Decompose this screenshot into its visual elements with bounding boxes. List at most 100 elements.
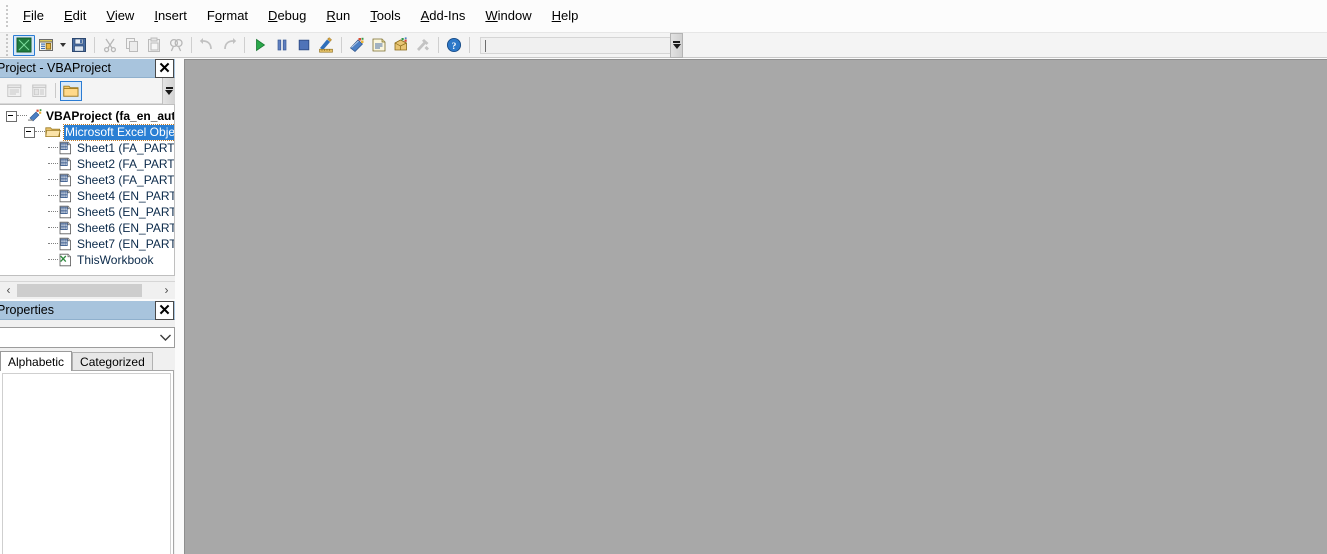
tree-node-sheet[interactable]: Sheet6 (EN_PART3): [0, 220, 174, 236]
insert-userform-icon[interactable]: [35, 35, 57, 56]
tree-node-sheet[interactable]: Sheet3 (FA_PART3): [0, 172, 174, 188]
insert-dropdown-chevron-down-icon[interactable]: [57, 35, 68, 56]
properties-title: Properties: [0, 303, 54, 317]
find-icon[interactable]: [165, 35, 187, 56]
cut-icon[interactable]: [99, 35, 121, 56]
tree-node-sheet-label: Sheet2 (FA_PART2): [77, 156, 175, 171]
project-explorer-toolbar: [0, 78, 175, 104]
menu-view[interactable]: View: [96, 5, 144, 28]
menu-tools[interactable]: Tools: [360, 5, 410, 28]
tree-node-project[interactable]: VBAProject (fa_en_auth: [0, 108, 174, 124]
save-icon[interactable]: [68, 35, 90, 56]
toolbar-separator: [244, 37, 245, 53]
project-tree-hscrollbar[interactable]: ‹ ›: [0, 281, 175, 299]
chevron-down-icon[interactable]: [157, 328, 174, 347]
menu-format[interactable]: Format: [197, 5, 258, 28]
menu-run[interactable]: Run: [316, 5, 360, 28]
scrollbar-track[interactable]: [17, 281, 158, 299]
menu-debug[interactable]: Debug: [258, 5, 316, 28]
toolbar-separator: [438, 37, 439, 53]
properties-object-combobox[interactable]: [0, 327, 175, 348]
scroll-right-icon[interactable]: ›: [158, 281, 175, 299]
toolbox-icon[interactable]: [412, 35, 434, 56]
overflow-chevron-down-icon: [165, 87, 173, 95]
worksheet-icon: [58, 157, 74, 171]
view-object-icon[interactable]: [28, 81, 50, 101]
tree-sheet-rows: Sheet1 (FA_PART1) Sheet2 (FA_PART2) Sheet3…: [0, 140, 174, 252]
tree-node-excel-objects-label: Microsoft Excel Objects: [62, 123, 174, 141]
run-icon[interactable]: [249, 35, 271, 56]
tree-node-sheet-label: Sheet4 (EN_PART1): [77, 188, 174, 203]
undo-icon[interactable]: [196, 35, 218, 56]
copy-icon[interactable]: [121, 35, 143, 56]
menu-insert[interactable]: Insert: [144, 5, 197, 28]
toolbar-separator: [94, 37, 95, 53]
toggle-folders-icon[interactable]: [60, 80, 82, 101]
tree-connector: [48, 163, 58, 165]
tab-alphabetic[interactable]: Alphabetic: [0, 351, 73, 371]
project-explorer-overflow-button[interactable]: [162, 78, 175, 104]
menubar-grip[interactable]: [2, 5, 11, 27]
tree-connector: [48, 147, 58, 149]
tree-connector: [48, 227, 58, 229]
scrollbar-thumb[interactable]: [17, 283, 142, 297]
view-excel-icon[interactable]: [13, 34, 35, 56]
tree-connector: [48, 211, 58, 213]
pause-icon[interactable]: [271, 35, 293, 56]
tree-connector: [48, 179, 58, 181]
project-explorer-title: Project - VBAProject: [0, 61, 111, 75]
tab-alphabetic-label: Alphabetic: [8, 354, 65, 369]
collapse-icon[interactable]: [24, 126, 35, 138]
help-icon[interactable]: ?: [443, 35, 465, 56]
properties-list-inner[interactable]: [2, 373, 171, 554]
toolbar-separator: [469, 37, 470, 53]
collapse-icon[interactable]: [6, 110, 17, 122]
properties-tabs: Alphabetic Categorized: [0, 351, 175, 371]
folder-icon: [45, 125, 61, 139]
project-explorer-icon[interactable]: [346, 35, 368, 56]
tree-node-sheet[interactable]: Sheet4 (EN_PART1): [0, 188, 174, 204]
vbaproject-icon: [27, 109, 43, 123]
project-explorer-panel: Project - VBAProject ✕ VBAProject (fa_en…: [0, 58, 175, 299]
worksheet-icon: [58, 189, 74, 203]
tab-categorized[interactable]: Categorized: [72, 352, 153, 371]
tree-node-thisworkbook[interactable]: ThisWorkbook: [0, 252, 174, 268]
tree-connector: [35, 131, 45, 133]
toolbar-search-input[interactable]: [480, 36, 670, 54]
workbook-icon: [58, 253, 74, 267]
tree-node-sheet[interactable]: Sheet1 (FA_PART1): [0, 140, 174, 156]
properties-list[interactable]: [0, 370, 174, 554]
object-browser-icon[interactable]: [390, 35, 412, 56]
close-icon[interactable]: ✕: [155, 300, 174, 320]
properties-window-icon[interactable]: [368, 35, 390, 56]
tree-node-sheet[interactable]: Sheet2 (FA_PART2): [0, 156, 174, 172]
menu-file[interactable]: File: [13, 5, 54, 28]
menu-edit[interactable]: Edit: [54, 5, 96, 28]
svg-text:?: ?: [452, 42, 457, 52]
vba-editor-window: File Edit View Insert Format Debug Run T…: [0, 0, 1327, 554]
close-icon[interactable]: ✕: [155, 58, 174, 78]
tree-node-excel-objects[interactable]: Microsoft Excel Objects: [0, 123, 174, 141]
scroll-left-icon[interactable]: ‹: [0, 281, 17, 299]
tree-node-sheet[interactable]: Sheet5 (EN_PART2): [0, 204, 174, 220]
pe-toolbar-separator: [55, 83, 56, 98]
menu-add-ins[interactable]: Add-Ins: [411, 5, 476, 28]
design-mode-icon[interactable]: [315, 35, 337, 56]
toolbar-grip[interactable]: [2, 34, 11, 56]
menu-window[interactable]: Window: [475, 5, 541, 28]
menu-help[interactable]: Help: [542, 5, 589, 28]
project-tree[interactable]: VBAProject (fa_en_auth Microsoft Excel O…: [0, 104, 175, 276]
tree-node-sheet[interactable]: Sheet7 (EN_PART4): [0, 236, 174, 252]
redo-icon[interactable]: [218, 35, 240, 56]
view-code-icon[interactable]: [3, 81, 25, 101]
toolbar-overflow-button[interactable]: [670, 32, 683, 58]
worksheet-icon: [58, 205, 74, 219]
project-explorer-titlebar[interactable]: Project - VBAProject ✕: [0, 58, 175, 78]
stop-icon[interactable]: [293, 35, 315, 56]
menu-bar: File Edit View Insert Format Debug Run T…: [0, 0, 1327, 33]
paste-icon[interactable]: [143, 35, 165, 56]
properties-titlebar[interactable]: Properties ✕: [0, 300, 175, 320]
worksheet-icon: [58, 173, 74, 187]
standard-toolbar: ?: [0, 32, 1327, 58]
tree-node-thisworkbook-label: ThisWorkbook: [77, 252, 154, 267]
